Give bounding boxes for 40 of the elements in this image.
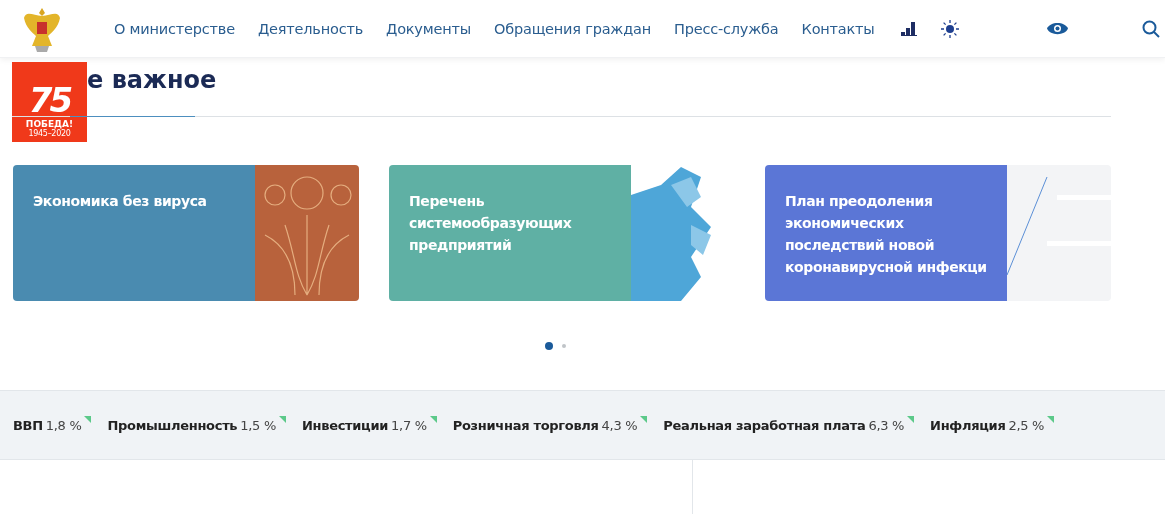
card-title: Перечень системообразующих предприятий	[389, 165, 631, 301]
card-title: Экономика без вируса	[13, 165, 255, 301]
slider-dot[interactable]	[562, 344, 566, 348]
nav-link[interactable]: О министерстве	[114, 20, 235, 37]
section-title: е важное	[87, 65, 218, 95]
indicator-value: 6,3 %	[868, 417, 905, 433]
indicator-value: 1,7 %	[391, 417, 427, 433]
trend-up-icon	[278, 415, 286, 423]
indicator-name: Инвестиции	[301, 417, 389, 433]
trend-up-icon	[1047, 415, 1055, 423]
indicator-name: Реальная заработная плата	[663, 417, 866, 433]
nav-link[interactable]: Документы	[386, 20, 471, 37]
slide-card[interactable]: План преодоления экономических последствий новой коронавирусной инфекци	[765, 165, 1111, 301]
slide-card[interactable]: Экономика без вируса	[13, 165, 359, 301]
eye-icon[interactable]	[1046, 22, 1068, 35]
badge-number: 75	[28, 83, 71, 117]
search-icon[interactable]	[1141, 19, 1160, 38]
nav-link[interactable]: Обращения граждан	[494, 20, 651, 37]
sun-icon[interactable]	[940, 19, 959, 38]
trend-up-icon	[84, 415, 92, 423]
victory-badge[interactable]: 75 ПОБЕДА! 1945–2020	[12, 62, 87, 142]
badge-title: ПОБЕДА!	[25, 119, 74, 129]
indicator-value: 4,3 %	[601, 417, 638, 433]
trend-up-icon	[429, 415, 437, 423]
indicator-value: 1,8 %	[45, 417, 82, 433]
indicator-name: ВВП	[13, 417, 43, 433]
trend-up-icon	[907, 415, 915, 423]
slider-dot[interactable]	[545, 342, 553, 350]
indicator-value: 2,5 %	[1008, 417, 1045, 433]
nav-link[interactable]: Деятельность	[257, 20, 363, 37]
badge-years: 1945–2020	[28, 129, 71, 138]
indicator-name: Инфляция	[930, 417, 1006, 433]
indicator-name: Промышленность	[107, 417, 238, 433]
nav-link[interactable]: Контакты	[801, 20, 875, 37]
indicator-value: 1,5 %	[240, 417, 276, 433]
bar-chart-icon[interactable]	[900, 21, 917, 36]
nav-link[interactable]: Пресс-служба	[674, 20, 779, 37]
indicator-name: Розничная торговля	[452, 417, 599, 433]
trend-up-icon	[640, 415, 648, 423]
card-title: План преодоления экономических последствий новой коронавирусной инфекци	[765, 165, 1007, 301]
